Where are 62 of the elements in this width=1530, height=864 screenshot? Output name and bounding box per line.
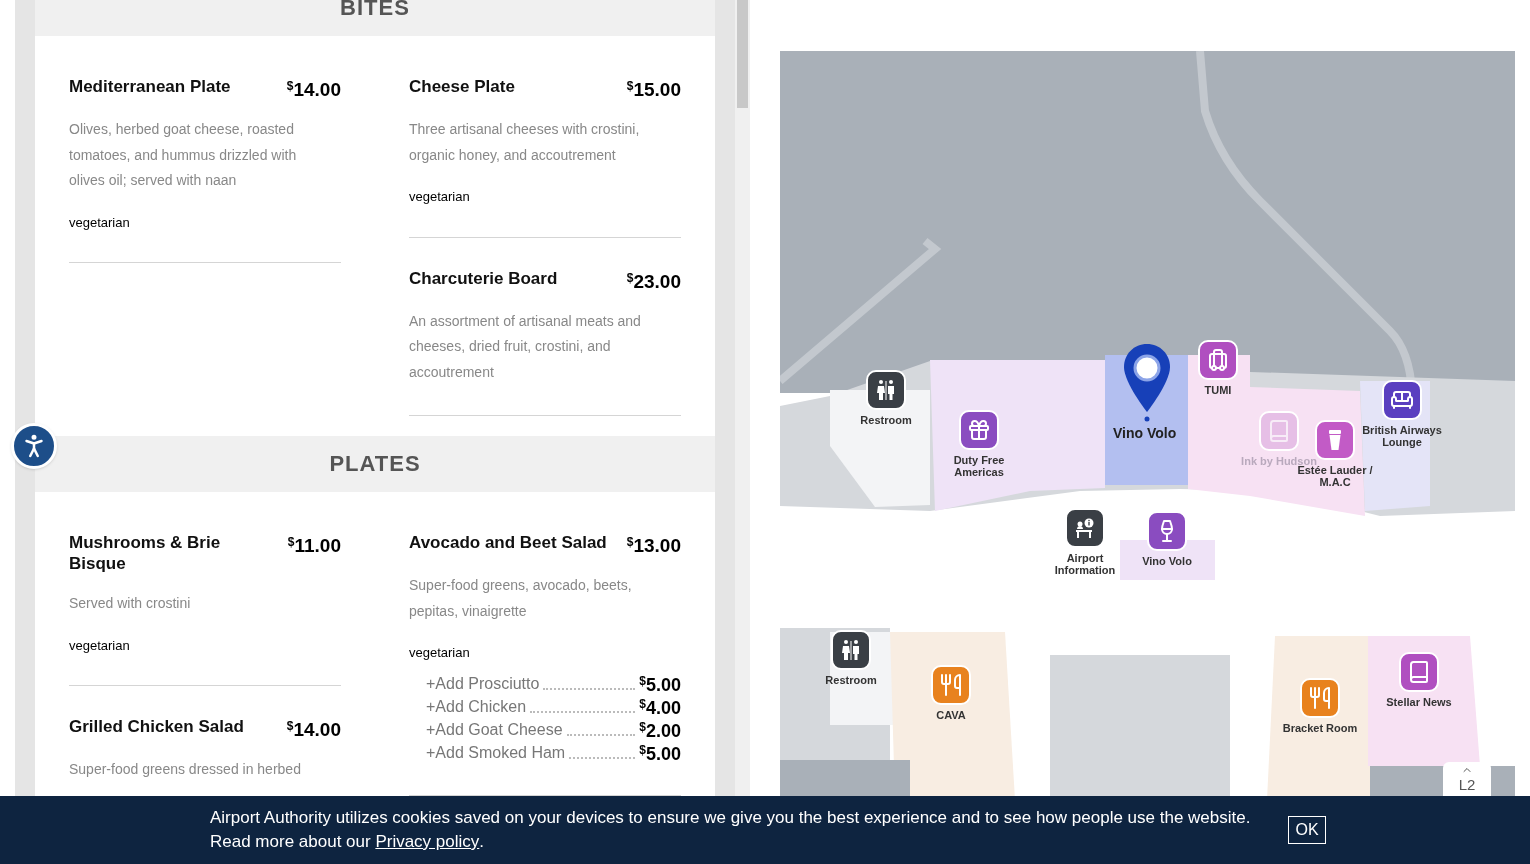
dietary-tag: vegetarian bbox=[69, 212, 341, 232]
poi-label[interactable]: British Airways Lounge bbox=[1357, 424, 1447, 448]
price: $^{$}$2.00 bbox=[639, 718, 681, 742]
price: $^{$}$14.00 bbox=[286, 718, 341, 740]
dish-name: Grilled Chicken Salad bbox=[69, 716, 244, 737]
poi-label[interactable]: Airport Information bbox=[1040, 552, 1130, 576]
price: $^{$}$23.00 bbox=[626, 269, 681, 292]
section-header: BITES bbox=[35, 0, 715, 36]
poi-label[interactable]: TUMI bbox=[1204, 384, 1232, 396]
luggage-icon[interactable] bbox=[1198, 340, 1238, 380]
dish-description: An assortment of artisanal meats and cheeses, dried fruit, crostini, and accoutrement bbox=[409, 311, 642, 382]
utensils-icon[interactable] bbox=[931, 665, 971, 705]
book-icon[interactable] bbox=[1399, 652, 1439, 692]
poi-label[interactable]: Duty Free Americas bbox=[934, 454, 1024, 478]
poi-label[interactable]: Bracket Room bbox=[1282, 722, 1358, 734]
utensils-icon[interactable] bbox=[1300, 678, 1340, 718]
dish-description: Three artisanal cheeses with crostini, organic honey, and accoutrement bbox=[409, 120, 641, 165]
restroom-icon[interactable] bbox=[866, 370, 906, 410]
dish-description: Super-food greens, avocado, beets, pepitas, vinaigrette bbox=[409, 576, 633, 621]
addon-label: +Add Smoked Ham bbox=[426, 742, 566, 763]
dish-description: Olives, herbed goat cheese, roasted tomatoes, and hummus drizzled with olives oil; served with naan bbox=[69, 120, 298, 190]
gift-icon[interactable] bbox=[959, 410, 999, 450]
price: $^{$}$4.00 bbox=[639, 695, 681, 719]
dish-name: Cheese Plate bbox=[409, 76, 515, 97]
section-header: PLATES bbox=[35, 436, 715, 492]
read-more-text: Read more about our bbox=[210, 831, 372, 853]
addon-label: +Add Chicken bbox=[426, 696, 527, 717]
privacy-policy-link[interactable]: Privacy policy bbox=[375, 830, 480, 854]
addon-label: +Add Goat Cheese bbox=[426, 719, 563, 740]
price: $^{$}$13.00 bbox=[626, 534, 681, 556]
dish-description: Super-food greens dressed in herbed bbox=[69, 760, 302, 779]
poi-label[interactable]: Restroom bbox=[825, 674, 877, 686]
scrollbar-thumb[interactable] bbox=[737, 0, 748, 108]
dish-name: Charcuterie Board bbox=[409, 267, 558, 289]
poi-label[interactable]: CAVA bbox=[936, 709, 966, 721]
poi-label[interactable]: Estée Lauder / M.A.C bbox=[1290, 464, 1380, 488]
dish-name: Mushrooms & Brie Bisque bbox=[69, 532, 222, 574]
price: $^{$}$5.00 bbox=[639, 672, 681, 696]
price: $^{$}$5.00 bbox=[639, 741, 681, 765]
ok-button[interactable]: OK bbox=[1288, 816, 1326, 844]
price: $^{$}$11.00 bbox=[287, 534, 341, 556]
dish-name: Mediterranean Plate bbox=[69, 76, 231, 97]
dish-name: Avocado and Beet Salad bbox=[409, 532, 607, 553]
location-pin-icon bbox=[1122, 342, 1172, 422]
price: $^{$}$15.00 bbox=[626, 78, 681, 100]
poi-label[interactable]: Vino Volo bbox=[1142, 555, 1192, 567]
poi-label[interactable]: Restroom bbox=[860, 414, 912, 426]
restroom-icon[interactable] bbox=[831, 630, 871, 670]
pin-label: Vino Volo bbox=[1113, 424, 1177, 443]
sofa-icon[interactable] bbox=[1382, 380, 1422, 420]
level-button[interactable]: L2 bbox=[1443, 762, 1491, 796]
info-desk-icon[interactable] bbox=[1065, 508, 1105, 548]
poi-label[interactable]: Stellar News bbox=[1386, 696, 1452, 708]
dietary-tag: vegetarian bbox=[69, 635, 341, 655]
dietary-tag: vegetarian bbox=[409, 187, 681, 207]
period-text: . bbox=[479, 831, 485, 853]
dish-description: Served with crostini bbox=[69, 594, 192, 613]
price: $^{$}$14.00 bbox=[286, 78, 341, 100]
addon-label: +Add Prosciutto bbox=[426, 673, 540, 694]
dietary-tag: vegetarian bbox=[409, 643, 681, 663]
wine-icon[interactable] bbox=[1147, 511, 1187, 551]
cookie-message: Airport Authority utilizes cookies saved on your devices to ensure we give you the best experience and to see how people use the website. bbox=[210, 807, 1251, 829]
